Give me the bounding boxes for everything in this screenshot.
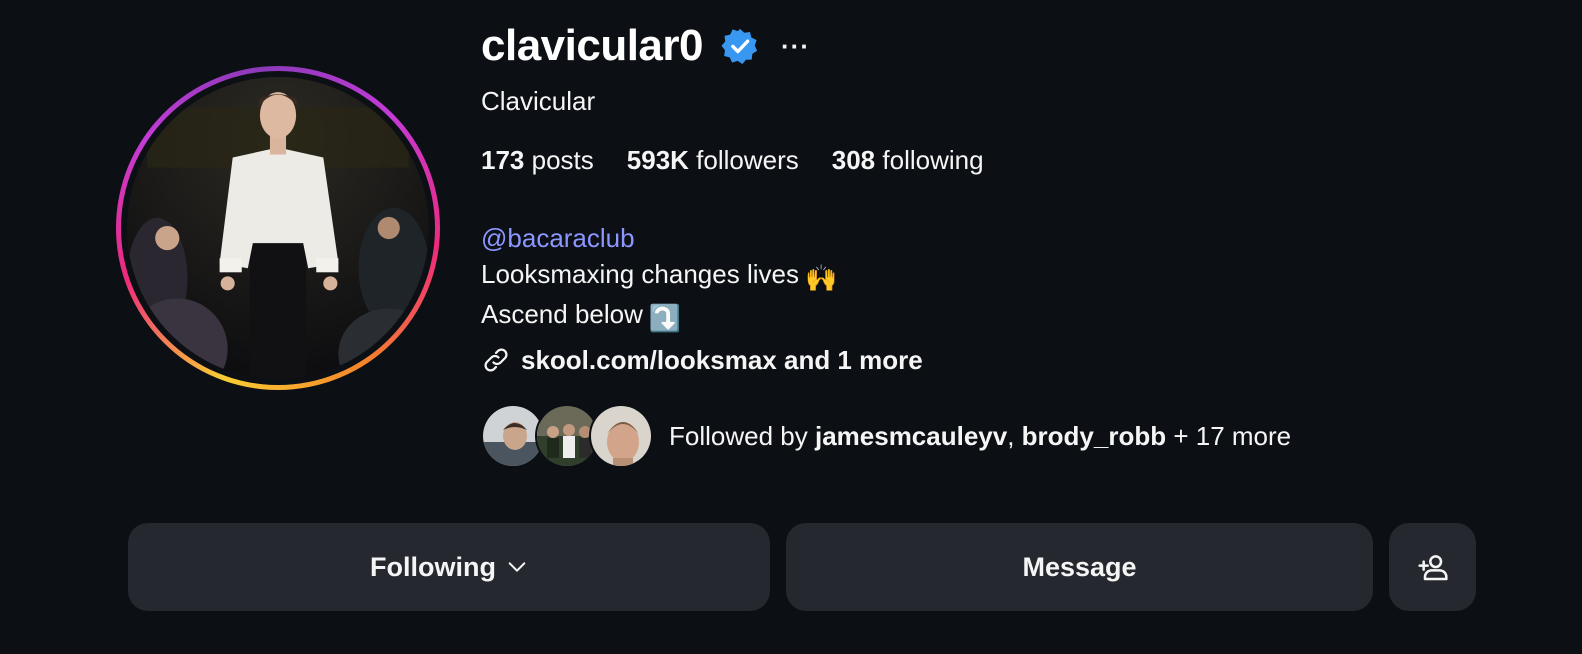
following-button-label: Following [370,551,496,582]
username-row: clavicular0 ··· [481,18,810,74]
bio-external-link[interactable]: skool.com/looksmax and 1 more [481,342,923,378]
add-user-button[interactable] [1389,523,1476,611]
following-stat[interactable]: 308 following [832,145,984,176]
chevron-down-icon [508,562,526,572]
followers-label: followers [696,145,799,175]
followed-by-prefix: Followed by [669,420,815,451]
following-label: following [882,145,984,175]
profile-stats: 173 posts 593K followers 308 following [481,145,1017,176]
followers-stat[interactable]: 593K followers [627,145,799,176]
arrow-down-emoji: ⤵️ [648,303,682,333]
bio-line-1-text: Looksmaxing changes lives [481,259,799,289]
raised-hands-emoji: 🙌 [804,263,838,293]
full-name: Clavicular [481,86,596,116]
mutual-user-2: brody_robb [1021,420,1167,451]
bio-line-2: Ascend below ⤵️ [481,296,923,336]
bio: @bacaraclub Looksmaxing changes lives 🙌 A… [481,220,923,378]
followed-by-row[interactable]: Followed by jamesmcauleyv, brody_robb + … [481,404,1291,468]
followed-by-text: Followed by jamesmcauleyv, brody_robb + … [669,421,1291,452]
link-icon [484,348,508,372]
followed-by-suffix: + 17 more [1166,420,1292,451]
profile-avatar [127,77,429,379]
following-button[interactable]: Following [128,523,770,611]
username: clavicular0 [481,21,704,70]
following-count: 308 [831,145,876,175]
more-options-button[interactable]: ··· [781,33,810,59]
followed-by-separator: , [1007,420,1022,451]
bio-mention-link[interactable]: @bacaraclub [481,220,923,256]
posts-stat[interactable]: 173 posts [481,145,594,176]
bio-line-1: Looksmaxing changes lives 🙌 [481,256,923,296]
mutual-avatar [589,404,653,468]
mutual-user-1: jamesmcauleyv [814,420,1008,451]
bio-line-2-text: Ascend below [481,299,643,329]
bio-link-text: skool.com/looksmax and 1 more [521,345,923,375]
followers-count: 593K [626,145,689,175]
message-button-label: Message [1022,551,1137,582]
posts-count: 173 [481,145,525,175]
mutual-avatars [481,404,653,468]
message-button[interactable]: Message [786,523,1373,611]
verified-badge-icon [721,28,758,65]
avatar-gap [121,71,435,385]
profile-avatar-ring[interactable] [116,66,440,390]
posts-label: posts [531,145,594,175]
add-user-icon [1417,555,1448,581]
